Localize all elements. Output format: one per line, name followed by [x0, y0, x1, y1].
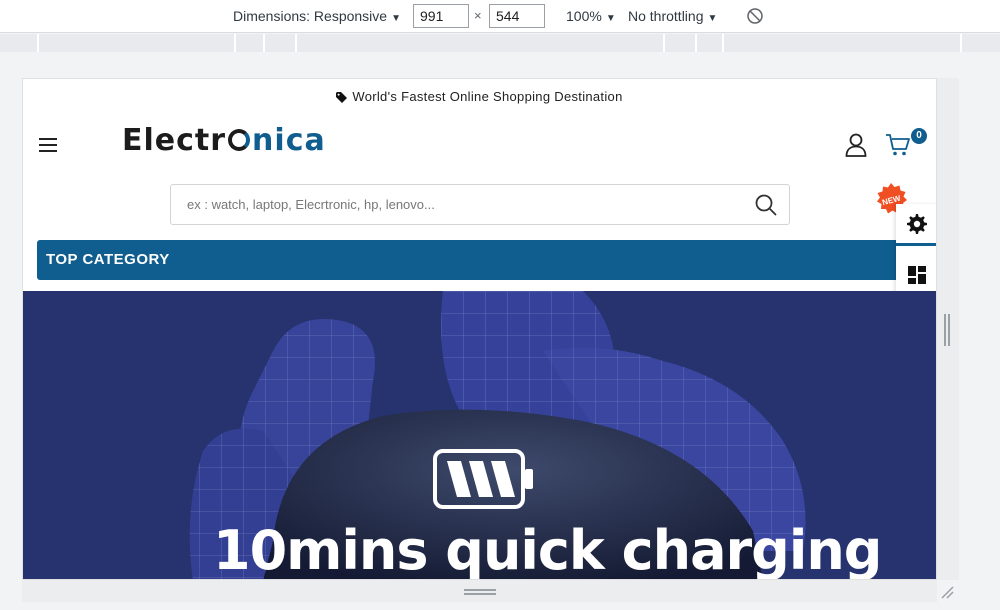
media-query-segment[interactable] — [960, 34, 962, 52]
layout-button[interactable] — [896, 249, 936, 294]
media-query-segment[interactable] — [722, 34, 724, 52]
user-account-icon[interactable] — [845, 133, 867, 162]
emulated-viewport: World's Fastest Online Shopping Destinat… — [22, 78, 937, 580]
top-category-label: TOP CATEGORY — [46, 251, 170, 268]
hero-banner[interactable]: 10mins quick charging — [23, 291, 936, 580]
media-query-bar[interactable] — [0, 34, 1000, 52]
search-bar — [170, 184, 790, 225]
media-query-segment[interactable] — [37, 34, 39, 52]
cart-icon[interactable] — [885, 133, 911, 162]
throttling-label: No throttling — [628, 8, 704, 24]
devtools-device-toolbar: Dimensions: Responsive▼ × 100%▼ No throt… — [0, 0, 1000, 33]
corner-resize-icon[interactable] — [940, 585, 954, 604]
promo-text: World's Fastest Online Shopping Destinat… — [352, 89, 623, 104]
bottom-gutter — [22, 580, 937, 602]
dashboard-icon — [908, 266, 926, 289]
search-input[interactable] — [172, 186, 742, 223]
media-query-segment[interactable] — [295, 34, 297, 52]
throttling-dropdown[interactable]: No throttling ▼ — [628, 8, 717, 24]
dimensions-dropdown[interactable]: Dimensions: Responsive ▼ — [233, 8, 401, 24]
horizontal-resize-handle[interactable] — [464, 589, 496, 595]
zoom-label: 100% — [566, 8, 602, 24]
media-query-segment[interactable] — [663, 34, 665, 52]
gear-icon — [907, 214, 927, 239]
media-query-segment[interactable] — [695, 34, 697, 52]
dropdown-arrow-icon: ▼ — [707, 13, 718, 24]
dropdown-arrow-icon: ▼ — [391, 13, 401, 24]
logo-power-icon — [228, 129, 251, 151]
media-query-segment[interactable] — [263, 34, 265, 52]
media-query-segment[interactable] — [234, 34, 236, 52]
dropdown-arrow-icon: ▼ — [605, 13, 616, 24]
search-icon[interactable] — [755, 194, 777, 221]
zoom-dropdown[interactable]: 100% ▼ — [566, 8, 616, 24]
cart-count-badge: 0 — [911, 128, 927, 144]
settings-button[interactable] — [896, 204, 936, 246]
top-category-bar[interactable]: TOP CATEGORY — [37, 240, 917, 280]
logo-text-suffix: nica — [252, 123, 326, 158]
dimensions-label: Dimensions: Responsive — [233, 8, 388, 24]
promo-banner: World's Fastest Online Shopping Destinat… — [23, 89, 936, 106]
width-input[interactable] — [413, 4, 469, 28]
banner-headline: 10mins quick charging — [213, 519, 882, 580]
rotate-icon[interactable] — [746, 7, 764, 28]
tag-icon — [336, 91, 348, 106]
menu-icon[interactable] — [39, 138, 57, 152]
floating-side-panel — [896, 204, 936, 294]
vertical-resize-handle[interactable] — [944, 314, 950, 346]
height-input[interactable] — [489, 4, 545, 28]
site-logo[interactable]: Electr nica — [122, 123, 326, 158]
times-separator: × — [474, 8, 482, 23]
logo-text-prefix: Electr — [122, 123, 227, 158]
